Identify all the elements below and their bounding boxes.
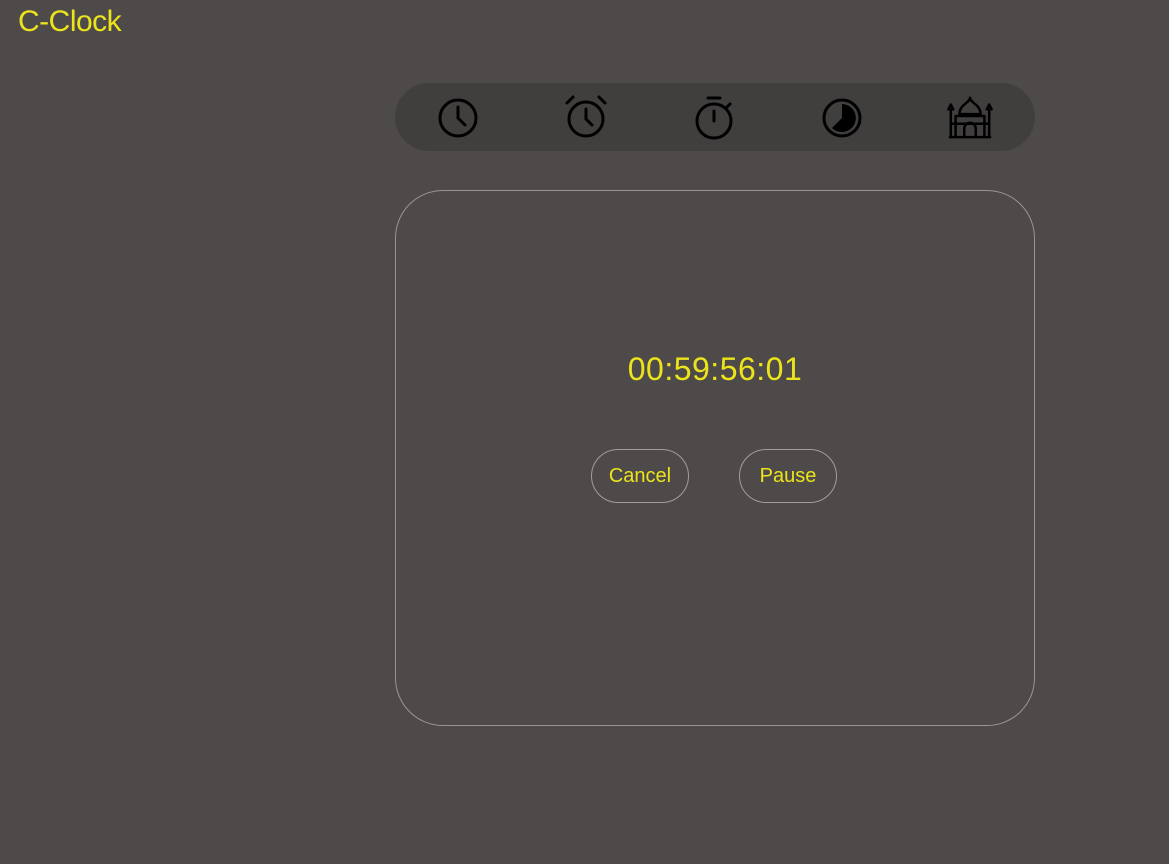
nav-timer-button[interactable] (818, 93, 866, 141)
cancel-button[interactable]: Cancel (591, 449, 689, 503)
nav-prayer-button[interactable] (946, 93, 994, 141)
timer-icon (822, 98, 862, 138)
app-title: C-Clock (18, 5, 122, 38)
nav-stopwatch-button[interactable] (690, 93, 738, 141)
mosque-icon (946, 96, 994, 139)
clock-icon (438, 98, 478, 138)
pause-button[interactable]: Pause (739, 449, 837, 503)
mode-nav-bar (395, 83, 1035, 151)
timer-panel: 00:59:56:01 Cancel Pause (395, 190, 1035, 726)
timer-display: 00:59:56:01 (627, 351, 803, 387)
nav-alarm-button[interactable] (562, 93, 610, 141)
alarm-clock-icon (565, 95, 607, 138)
stopwatch-icon (695, 96, 733, 140)
nav-clock-button[interactable] (434, 93, 482, 141)
